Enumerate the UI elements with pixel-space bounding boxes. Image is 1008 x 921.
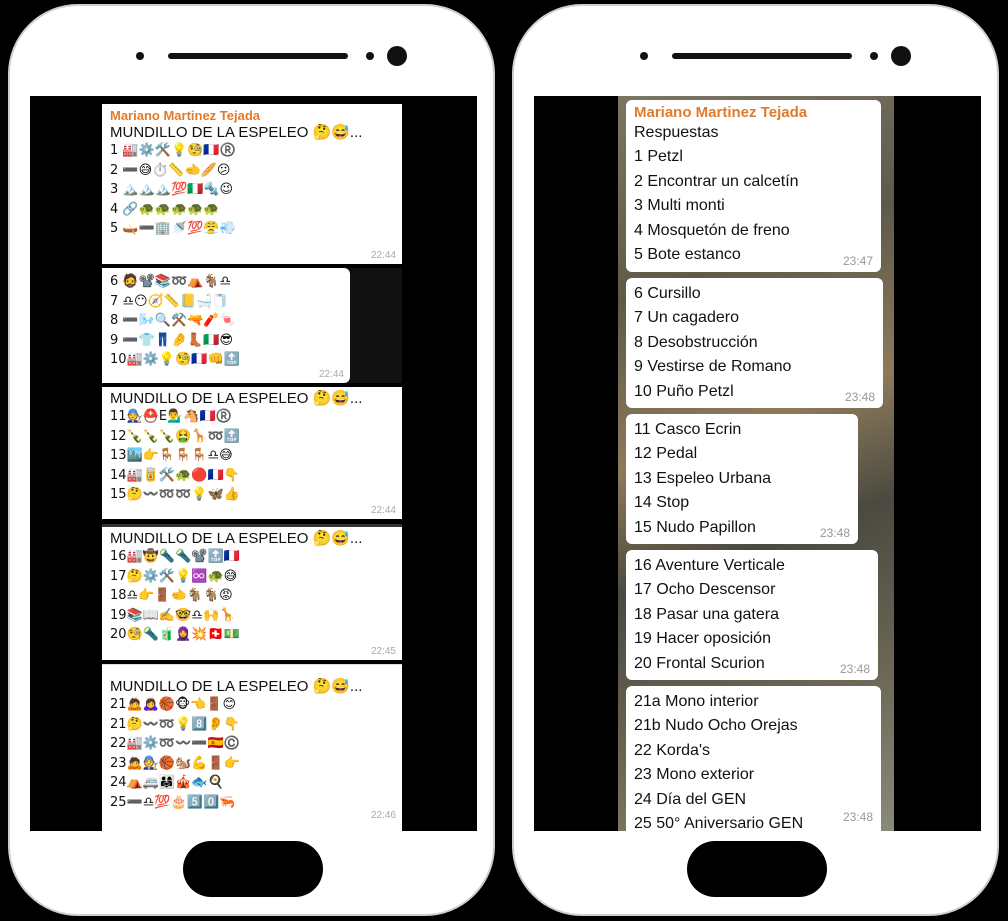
earpiece	[168, 53, 348, 59]
message-line: 6 Cursillo	[634, 285, 701, 302]
sender-name: Mariano Martinez Tejada	[634, 104, 808, 121]
chat-screenshot-3: MUNDILLO DE LA ESPELEO 🤔😅... 11🧑‍🔧⛑️E💁‍♂…	[102, 387, 402, 519]
message-time: 23:48	[819, 526, 850, 540]
emoji-row: 22🏭⚙️➿〰️➖🇪🇸©️	[110, 736, 240, 751]
emoji-row: 12🍾🍾🍾🤮🦒➿🔝	[110, 428, 240, 444]
message-line: 21b Nudo Ocho Orejas	[634, 717, 798, 735]
home-button[interactable]	[687, 841, 827, 897]
message-line: 9 Vestirse de Romano	[634, 358, 792, 376]
sender-name: Mariano Martinez Tejada	[110, 108, 261, 123]
front-sensor	[891, 46, 911, 66]
message-title: MUNDILLO DE LA ESPELEO 🤔😅...	[110, 124, 363, 141]
emoji-row: 10🏭⚙️💡🧐🇫🇷👊🔝	[110, 352, 240, 367]
emoji-row: 5 🛶➖🏢🚿💯😤💨	[110, 221, 236, 236]
message-line: 15 Nudo Papillon	[634, 518, 756, 536]
message-line: 5 Bote estanco	[634, 246, 741, 264]
message-bubble: Mariano Martinez Tejada Respuestas 1 Pet…	[626, 100, 881, 272]
emoji-row: 20🧐🔦🧃🧕💥🇨🇭💵	[110, 627, 240, 642]
emoji-row: 4 🔗🐢🐢🐢🐢🐢	[110, 201, 220, 217]
chat-screenshot-4: MUNDILLO DE LA ESPELEO 🤔😅... 16🏭🤠🔦🔦📽️🔝🇫🇷…	[102, 524, 402, 660]
phone-frame-right: Mariano Martinez Tejada Respuestas 1 Pet…	[512, 4, 999, 916]
emoji-row: 1 🏭⚙️🛠️💡🧐🇫🇷®️	[110, 143, 236, 158]
message-time: 22:44	[370, 250, 396, 261]
chat-screenshot-2: 6 🧔📽️📚➿⛺🐐♎ 7 ♎😶🧭📏📒🛁🧻 8 ➖🌬️🔍⚒️🔫🧨🍬 9 ➖👕👖🤌👢…	[102, 268, 402, 383]
emoji-row: 14🏭🥫🛠️🐢🔴🇫🇷👇	[110, 467, 240, 483]
chat-screenshot-5: MUNDILLO DE LA ESPELEO 🤔😅... 21🙇🙇‍♀️🏀🐵👈🚪…	[102, 664, 402, 831]
emoji-row: 8 ➖🌬️🔍⚒️🔫🧨🍬	[110, 313, 236, 328]
chat-background: Mariano Martinez Tejada Respuestas 1 Pet…	[618, 96, 894, 831]
message-line: 4 Mosquetón de freno	[634, 221, 790, 239]
emoji-row: 19📚📖✍️🤓♎🙌🦒	[110, 607, 236, 623]
message-line: 12 Pedal	[634, 445, 698, 463]
message-line: 13 Espeleo Urbana	[634, 469, 771, 487]
emoji-row: 9 ➖👕👖🤌👢🇮🇹😎	[110, 332, 234, 348]
message-title: MUNDILLO DE LA ESPELEO 🤔😅...	[110, 678, 363, 695]
emoji-row: 16🏭🤠🔦🔦📽️🔝🇫🇷	[110, 549, 240, 564]
message-time: 22:44	[318, 369, 344, 380]
message-time: 22:45	[370, 646, 396, 657]
emoji-row: 23🙇🧑‍🔧🏀🐿️💪🚪👉	[110, 755, 240, 771]
message-line: 24 Día del GEN	[634, 790, 747, 808]
message-time: 23:48	[842, 810, 873, 824]
message-line: 21a Mono interior	[634, 693, 759, 710]
emoji-row: 24⛺🚐👨‍👩‍👧🎪🐟🍳	[110, 775, 224, 790]
message-line: 7 Un cagadero	[634, 309, 739, 327]
message-line: 2 Encontrar un calcetín	[634, 172, 799, 190]
emoji-row: 21🙇🙇‍♀️🏀🐵👈🚪😊	[110, 697, 237, 712]
message-time: 23:48	[839, 662, 870, 676]
emoji-row: 11🧑‍🔧⛑️E💁‍♂️🐴🇫🇷®️	[110, 409, 232, 424]
message-line: 17 Ocho Descensor	[634, 581, 776, 599]
message-line: 10 Puño Petzl	[634, 382, 734, 400]
camera-dot	[366, 52, 374, 60]
message-title: MUNDILLO DE LA ESPELEO 🤔😅...	[110, 530, 363, 547]
emoji-row: 15🤔〰️➿➿💡🦋👍	[110, 487, 240, 502]
message-time: 22:46	[370, 810, 396, 821]
emoji-row: 17🤔⚙️🛠️💡♾️🐢😅	[110, 568, 238, 584]
message-bubble: 11 Casco Ecrin 12 Pedal 13 Espeleo Urban…	[626, 414, 858, 544]
emoji-row: 18♎👉🚪🫲🐐🐐😡	[110, 588, 233, 603]
message-line: Respuestas	[634, 124, 719, 141]
emoji-row: 25➖♎💯🎂5️⃣0️⃣🦐	[110, 794, 236, 810]
message-time: 23:48	[844, 390, 875, 404]
message-line: 22 Korda's	[634, 741, 710, 759]
message-title: MUNDILLO DE LA ESPELEO 🤔😅...	[110, 390, 363, 407]
camera-dot	[870, 52, 878, 60]
message-line: 18 Pasar una gatera	[634, 605, 779, 623]
phone-frame-left: Mariano Martinez Tejada MUNDILLO DE LA E…	[8, 4, 495, 916]
home-button[interactable]	[183, 841, 323, 897]
front-sensor	[387, 46, 407, 66]
phone-screen-right: Mariano Martinez Tejada Respuestas 1 Pet…	[534, 96, 981, 831]
emoji-row: 13🏙️👉🪑🪑🪑♎😅	[110, 448, 233, 463]
message-line: 14 Stop	[634, 494, 690, 512]
message-time: 22:44	[370, 505, 396, 516]
emoji-row: 2 ➖😅⏱️📏🫲🥖😕	[110, 162, 231, 178]
emoji-row: 7 ♎😶🧭📏📒🛁🧻	[110, 293, 229, 309]
emoji-row: 21🤔〰️➿💡8️⃣👂👇	[110, 716, 240, 732]
message-line: 16 Aventure Verticale	[634, 557, 785, 574]
message-time: 23:47	[842, 254, 873, 268]
camera-dot	[640, 52, 648, 60]
message-line: 1 Petzl	[634, 148, 683, 166]
earpiece	[672, 53, 852, 59]
emoji-row: 3 🏔️🏔️🏔️💯🇮🇹🔩😉	[110, 182, 234, 197]
phone-screen-left: Mariano Martinez Tejada MUNDILLO DE LA E…	[30, 96, 477, 831]
message-line: 11 Casco Ecrin	[634, 421, 742, 438]
message-bubble: 16 Aventure Verticale 17 Ocho Descensor …	[626, 550, 878, 680]
chat-screenshot-1: Mariano Martinez Tejada MUNDILLO DE LA E…	[102, 104, 402, 264]
message-line: 8 Desobstrucción	[634, 333, 758, 351]
message-line: 25 50° Aniversario GEN	[634, 815, 804, 831]
message-line: 19 Hacer oposición	[634, 630, 771, 648]
message-line: 3 Multi monti	[634, 197, 725, 215]
message-line: 23 Mono exterior	[634, 766, 755, 784]
message-line: 20 Frontal Scurion	[634, 654, 765, 672]
emoji-row: 6 🧔📽️📚➿⛺🐐♎	[110, 274, 232, 289]
message-bubble: 6 Cursillo 7 Un cagadero 8 Desobstrucció…	[626, 278, 883, 408]
message-bubble: 21a Mono interior 21b Nudo Ocho Orejas 2…	[626, 686, 881, 831]
camera-dot	[136, 52, 144, 60]
